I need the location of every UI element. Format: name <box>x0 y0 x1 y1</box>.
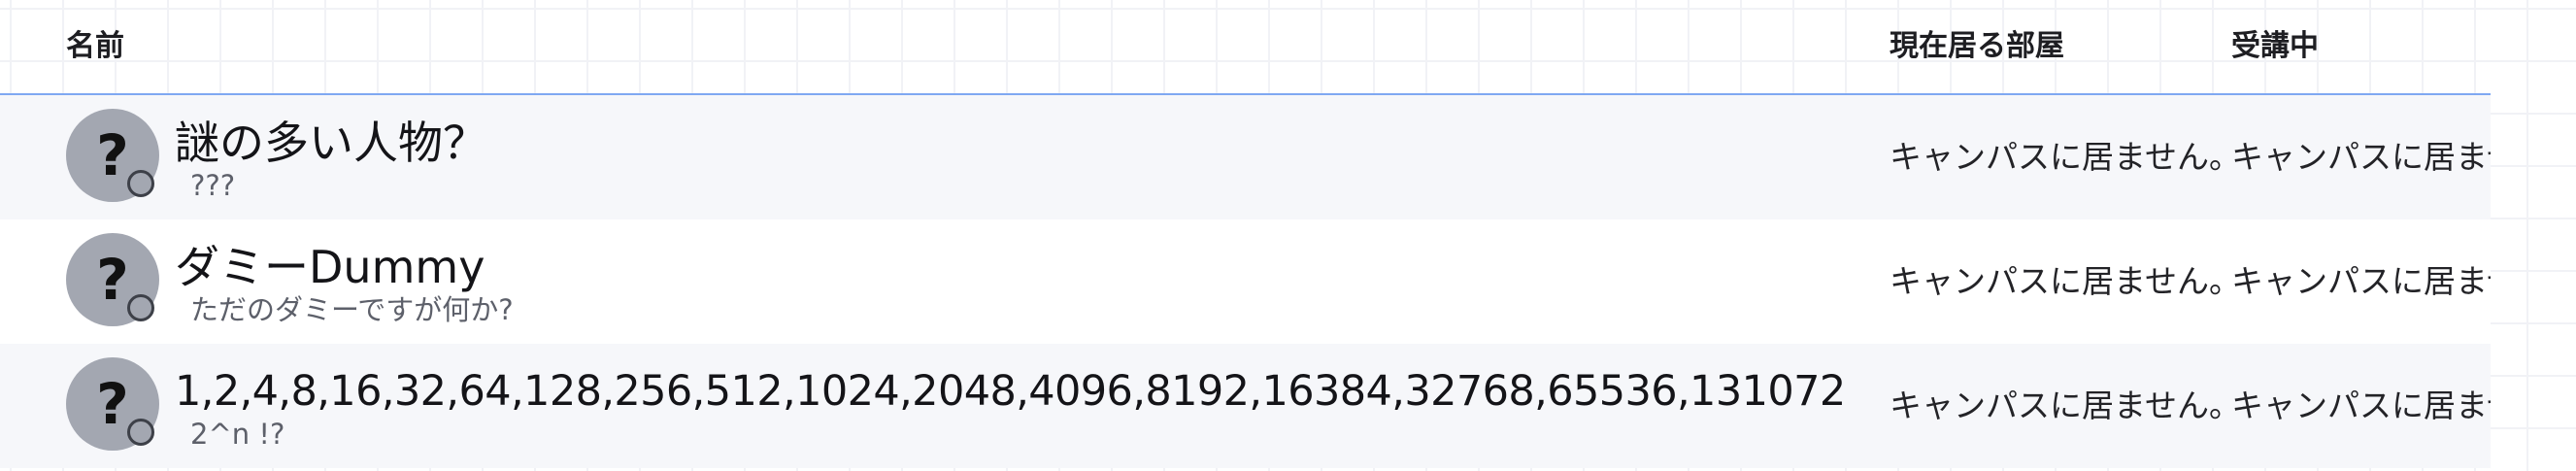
avatar[interactable]: ? <box>66 109 159 202</box>
page: 名前 現在居る部屋 受講中 ? 謎の多い人物？ ??? キャンパスに居ません。 … <box>0 0 2576 471</box>
user-name[interactable]: ダミーDummy <box>175 241 485 293</box>
current-room: キャンパスに居ません。 <box>1890 138 2229 176</box>
current-room: キャンパスに居ません。 <box>1890 262 2229 300</box>
user-subtitle: 2^n !? <box>190 418 285 451</box>
avatar[interactable]: ? <box>66 233 159 326</box>
user-subtitle: ??? <box>190 169 236 202</box>
current-class: キャンパスに居ません。 <box>2231 262 2491 300</box>
status-dot-icon <box>127 170 154 197</box>
header-class: 受講中 <box>2231 29 2319 63</box>
status-dot-icon <box>127 419 154 446</box>
user-name[interactable]: 謎の多い人物？ <box>175 117 487 169</box>
table-header: 名前 現在居る部屋 受講中 <box>0 0 2491 95</box>
current-room: キャンパスに居ません。 <box>1890 387 2229 424</box>
current-class: キャンパスに居ません。 <box>2231 138 2491 176</box>
user-table: 名前 現在居る部屋 受講中 ? 謎の多い人物？ ??? キャンパスに居ません。 … <box>0 0 2491 471</box>
user-name[interactable]: 1,2,4,8,16,32,64,128,256,512,1024,2048,4… <box>175 365 1846 418</box>
current-class: キャンパスに居ません。 <box>2231 387 2491 424</box>
header-name: 名前 <box>66 29 124 63</box>
table-row[interactable]: ? 1,2,4,8,16,32,64,128,256,512,1024,2048… <box>0 344 2491 468</box>
table-row[interactable]: ? ダミーDummy ただのダミーですが何か? キャンパスに居ません。 キャンパ… <box>0 219 2491 344</box>
table-row[interactable]: ? 謎の多い人物？ ??? キャンパスに居ません。 キャンパスに居ません。 <box>0 95 2491 219</box>
avatar[interactable]: ? <box>66 357 159 451</box>
header-room: 現在居る部屋 <box>1890 29 2064 63</box>
status-dot-icon <box>127 294 154 321</box>
user-subtitle: ただのダミーですが何か? <box>190 293 514 326</box>
